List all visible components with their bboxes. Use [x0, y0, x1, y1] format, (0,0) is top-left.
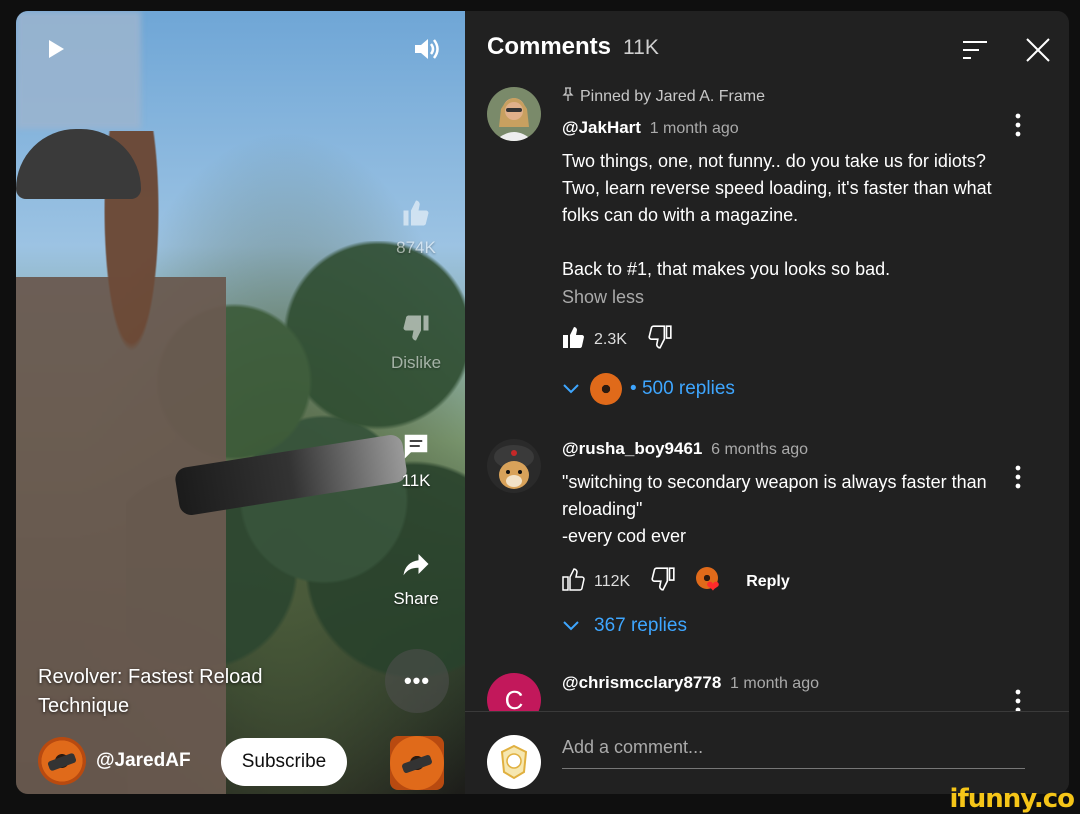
thumbs-up-icon[interactable] — [562, 567, 586, 596]
pinned-text: Pinned by Jared A. Frame — [580, 87, 765, 105]
volume-icon[interactable] — [412, 35, 442, 63]
sound-thumbnail[interactable] — [390, 736, 444, 790]
comment-time[interactable]: 1 month ago — [730, 675, 819, 692]
comment-author[interactable]: @chrismcclary8778 — [562, 673, 721, 692]
channel-avatar[interactable] — [38, 737, 86, 785]
ifunny-watermark: ifunny.co — [949, 784, 1075, 814]
pinned-label: Pinned by Jared A. Frame — [562, 87, 1002, 106]
replies-count[interactable]: 500 replies — [642, 378, 735, 400]
comment-like-count: 2.3K — [594, 330, 627, 348]
comment-count: 11K — [401, 471, 431, 490]
replies-toggle[interactable]: • 500 replies — [562, 373, 1002, 405]
share-label: Share — [393, 589, 439, 608]
comment-time[interactable]: 1 month ago — [650, 120, 739, 137]
comments-count: 11K — [623, 36, 659, 59]
creator-heart-icon: ❤ — [696, 566, 726, 597]
thumbs-down-icon[interactable] — [650, 566, 676, 597]
thumbs-down-icon — [396, 311, 436, 345]
add-comment-row: Add a comment... — [487, 735, 1047, 789]
more-vert-icon[interactable] — [1015, 113, 1021, 137]
comment-text: Two things, one, not funny.. do you take… — [562, 151, 992, 279]
comment-item: C @chrismcclary8778 1 month ago — [487, 673, 1047, 711]
comments-title: Comments — [487, 33, 612, 60]
comment-time[interactable]: 6 months ago — [711, 441, 808, 458]
current-user-avatar[interactable] — [487, 735, 541, 789]
pin-icon — [562, 87, 574, 106]
divider — [465, 711, 1069, 712]
like-count: 874K — [396, 238, 436, 257]
commenter-avatar[interactable] — [487, 87, 541, 141]
channel-handle[interactable]: @JaredAF — [96, 750, 191, 772]
video-player[interactable]: 874K Dislike 11K Share ••• Revolver: Fas… — [16, 11, 465, 794]
close-icon[interactable] — [1025, 37, 1051, 63]
share-action[interactable]: Share — [388, 547, 444, 609]
subscribe-button[interactable]: Subscribe — [221, 738, 347, 786]
chevron-down-icon — [562, 615, 580, 637]
comment-author[interactable]: @JakHart — [562, 118, 641, 137]
add-comment-input[interactable]: Add a comment... — [562, 737, 1025, 769]
comments-header: Comments 11K — [487, 33, 659, 61]
reply-dot: • — [630, 378, 642, 399]
dislike-label: Dislike — [390, 353, 442, 372]
more-icon[interactable]: ••• — [385, 649, 449, 713]
comment-icon — [396, 429, 436, 463]
replies-count[interactable]: 367 replies — [594, 615, 687, 637]
show-less-button[interactable]: Show less — [562, 287, 1002, 308]
comments-action[interactable]: 11K — [388, 429, 444, 491]
comment-author[interactable]: @rusha_boy9461 — [562, 439, 702, 458]
channel-row[interactable]: @JaredAF — [38, 737, 191, 785]
share-icon — [396, 547, 436, 581]
video-title[interactable]: Revolver: Fastest Reload Technique — [38, 663, 338, 721]
thumbs-up-filled-icon[interactable] — [562, 325, 586, 354]
chevron-down-icon — [562, 378, 580, 400]
more-vert-icon[interactable] — [1015, 465, 1021, 489]
reply-button[interactable]: Reply — [746, 573, 790, 591]
replies-toggle[interactable]: 367 replies — [562, 615, 1002, 637]
comment-like-count: 112K — [594, 572, 631, 590]
comment-text: "switching to secondary weapon is always… — [562, 472, 987, 546]
thumbs-down-icon[interactable] — [647, 324, 673, 355]
shorts-player: 874K Dislike 11K Share ••• Revolver: Fas… — [16, 11, 1069, 794]
commenter-avatar[interactable]: C — [487, 673, 541, 711]
sort-icon[interactable] — [961, 38, 989, 62]
like-action[interactable]: 874K — [388, 196, 444, 258]
video-blurred-area — [16, 11, 141, 129]
commenter-avatar[interactable] — [487, 439, 541, 493]
play-icon[interactable] — [44, 37, 68, 61]
comments-panel: Comments 11K Pinned by Jared A. Frame @J… — [465, 11, 1069, 794]
dislike-action[interactable]: Dislike — [388, 311, 444, 373]
more-vert-icon[interactable] — [1015, 689, 1021, 711]
thumbs-up-icon — [396, 196, 436, 230]
creator-reply-avatar — [590, 373, 622, 405]
